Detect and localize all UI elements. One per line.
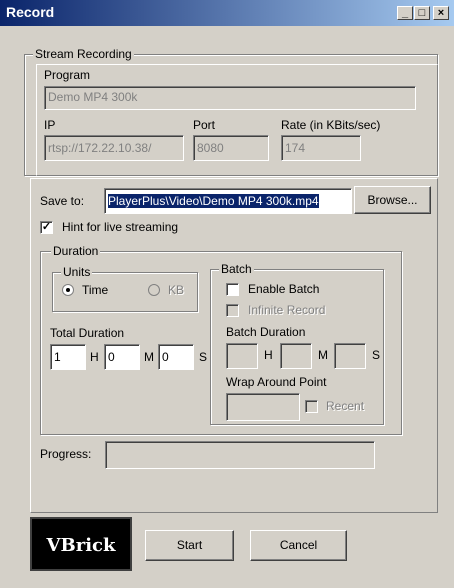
batch-hours-input[interactable]: [226, 343, 258, 369]
total-minutes-input[interactable]: 0: [104, 344, 140, 370]
total-duration-label: Total Duration: [50, 326, 125, 340]
batch-minutes-input[interactable]: [280, 343, 312, 369]
start-button[interactable]: Start: [145, 530, 234, 561]
batch-seconds-label: S: [372, 348, 381, 362]
progress-bar: [105, 441, 375, 469]
total-seconds-input[interactable]: 0: [158, 344, 194, 370]
hours-label: H: [90, 350, 99, 364]
batch-duration-label: Batch Duration: [226, 325, 306, 339]
port-field: 8080: [193, 135, 269, 161]
recent-checkbox[interactable]: [305, 400, 318, 413]
ip-label: IP: [44, 118, 56, 132]
units-legend: Units: [61, 265, 93, 279]
window-title: Record: [6, 4, 55, 20]
batch-hours-label: H: [264, 348, 273, 362]
browse-button[interactable]: Browse...: [354, 186, 431, 214]
save-to-field[interactable]: PlayerPlus\Video\Demo MP4 300k.mp4: [104, 188, 352, 214]
program-field: Demo MP4 300k: [44, 86, 416, 110]
duration-legend: Duration: [51, 244, 101, 258]
time-label: Time: [82, 283, 109, 297]
total-hours-input[interactable]: 1: [50, 344, 86, 370]
program-label: Program: [44, 68, 91, 82]
enable-batch-checkbox[interactable]: [226, 283, 239, 296]
ip-field: rtsp://172.22.10.38/: [44, 135, 184, 161]
wrap-around-label: Wrap Around Point: [226, 375, 327, 389]
batch-legend: Batch: [219, 262, 254, 276]
seconds-label: S: [199, 350, 208, 364]
hint-checkbox[interactable]: ✓: [40, 221, 53, 234]
close-button[interactable]: ×: [433, 6, 449, 20]
stream-recording-legend: Stream Recording: [33, 47, 134, 61]
maximize-button[interactable]: □: [414, 6, 430, 20]
port-label: Port: [193, 118, 216, 132]
recent-label: Recent: [326, 399, 365, 413]
infinite-record-label: Infinite Record: [248, 303, 326, 317]
infinite-record-checkbox[interactable]: [226, 304, 239, 317]
record-dialog: Record _ □ × Stream Recording Program De…: [0, 0, 454, 588]
title-bar[interactable]: Record _ □ ×: [0, 0, 454, 26]
hint-label: Hint for live streaming: [62, 220, 179, 234]
vbrick-logo: VBrick: [30, 517, 132, 571]
minutes-label: M: [144, 350, 154, 364]
rate-label: Rate (in KBits/sec): [281, 118, 381, 132]
save-to-value: PlayerPlus\Video\Demo MP4 300k.mp4: [108, 194, 319, 208]
time-radio-dot: [66, 288, 70, 292]
wrap-around-input[interactable]: [226, 393, 300, 421]
kb-label: KB: [168, 283, 185, 297]
batch-minutes-label: M: [318, 348, 328, 362]
save-to-label: Save to:: [40, 194, 85, 208]
time-radio[interactable]: [62, 284, 74, 296]
progress-label: Progress:: [40, 447, 92, 461]
kb-radio[interactable]: [148, 284, 160, 296]
cancel-button[interactable]: Cancel: [250, 530, 347, 561]
rate-field: 174: [281, 135, 361, 161]
batch-seconds-input[interactable]: [334, 343, 366, 369]
minimize-button[interactable]: _: [397, 6, 413, 20]
enable-batch-label: Enable Batch: [248, 282, 320, 296]
